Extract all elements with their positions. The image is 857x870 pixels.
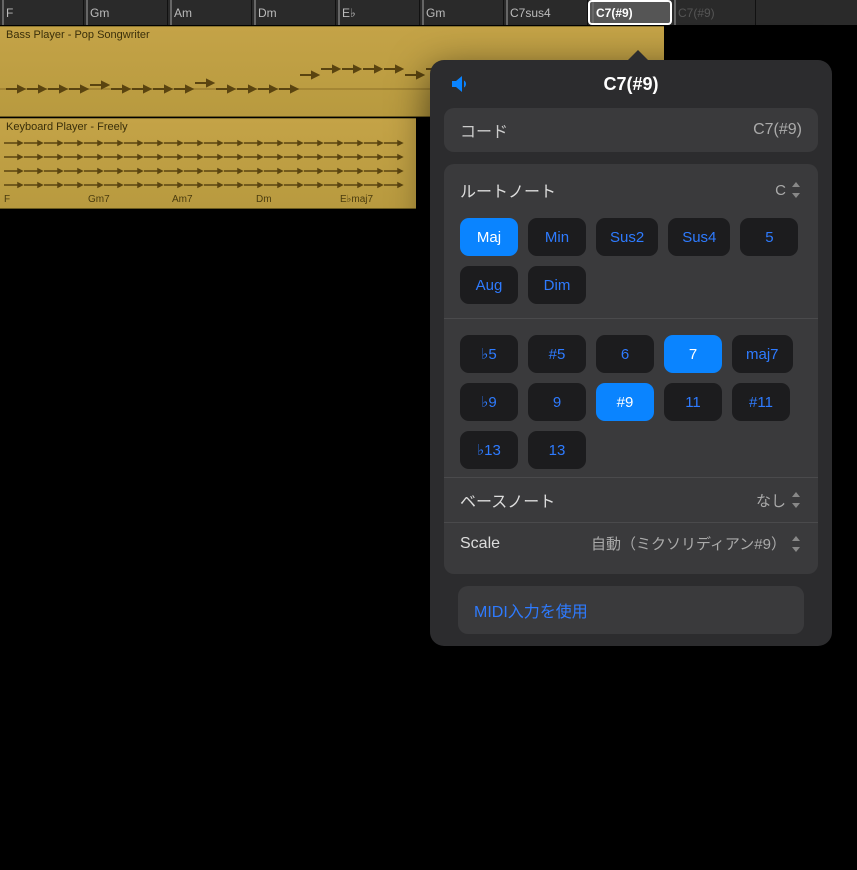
chord-cell-label: Gm: [90, 6, 109, 20]
chord-builder-group: ルートノート C Maj Min Sus2 Sus4 5 Aug Dim ♭5 #5 67 maj…: [444, 164, 818, 574]
extension-pill-5[interactable]: ♭5: [460, 335, 518, 373]
chord-cell-label: Dm: [258, 6, 277, 20]
chord-cell[interactable]: C7(#9): [588, 0, 672, 25]
quality-pill-aug[interactable]: Aug: [460, 266, 518, 304]
track-label: Keyboard Player - Freely: [6, 121, 128, 133]
chord-cell-label: Am: [174, 6, 192, 20]
chord-cell-label: F: [6, 6, 13, 20]
chord-name-field[interactable]: コード C7(#9): [444, 108, 818, 152]
quality-pill-maj[interactable]: Maj: [460, 218, 518, 256]
quality-pill-dim[interactable]: Dim: [528, 266, 586, 304]
region-chord-label: Dm: [252, 194, 336, 209]
extension-pills: ♭5 #5 67 maj7 ♭9 9 #9 11 #11 ♭13 13: [444, 318, 818, 477]
root-note-row[interactable]: ルートノート C: [444, 168, 818, 212]
quality-pill-5[interactable]: 5: [740, 218, 798, 256]
speaker-icon[interactable]: [448, 72, 472, 101]
root-note-value: C: [775, 182, 786, 199]
chord-cell[interactable]: C7(#9): [672, 0, 756, 25]
midi-input-button[interactable]: MIDI入力を使用: [458, 586, 804, 634]
updown-icon: [790, 492, 802, 508]
extension-pill-9[interactable]: ♭9: [460, 383, 518, 421]
chord-cell[interactable]: Am: [168, 0, 252, 25]
chord-label: コード: [460, 118, 508, 142]
extension-pill-13[interactable]: 13: [528, 431, 586, 469]
extension-pill-11[interactable]: 11: [664, 383, 722, 421]
bass-note-row[interactable]: ベースノート なし: [444, 477, 818, 522]
bass-note-value: なし: [756, 490, 786, 511]
chord-cell-label: E♭: [342, 6, 356, 20]
region-chord-label: Gm7: [84, 194, 168, 209]
chord-strip: F Gm Am Dm E♭ Gm C7sus4 C7(#9) C7(#9): [0, 0, 857, 26]
chord-editor-popover: C7(#9) コード C7(#9) ルートノート C Maj Min Sus2 Sus…: [430, 60, 832, 646]
bass-note-label: ベースノート: [460, 488, 555, 512]
chord-cell[interactable]: E♭: [336, 0, 420, 25]
extension-pill-maj7[interactable]: maj7: [732, 335, 793, 373]
chord-cell[interactable]: Dm: [252, 0, 336, 25]
updown-icon: [790, 536, 802, 552]
chord-cell-label: Gm: [426, 6, 445, 20]
chord-cell[interactable]: Gm: [84, 0, 168, 25]
chord-cell-label: C7(#9): [596, 6, 633, 20]
extension-pill-5[interactable]: #5: [528, 335, 586, 373]
chord-cell[interactable]: Gm: [420, 0, 504, 25]
extension-pill-6[interactable]: 6: [596, 335, 654, 373]
extension-pill-9[interactable]: 9: [528, 383, 586, 421]
extension-pill-13[interactable]: ♭13: [460, 431, 518, 469]
chord-cell-label: C7(#9): [678, 6, 715, 20]
chord-cell-label: C7sus4: [510, 6, 551, 20]
chord-cell[interactable]: C7sus4: [504, 0, 588, 25]
quality-pill-sus4[interactable]: Sus4: [668, 218, 730, 256]
region-chord-label: E♭maj7: [336, 194, 416, 209]
extension-pill-11[interactable]: #11: [732, 383, 790, 421]
popover-title: C7(#9): [603, 74, 658, 95]
midi-input-label: MIDI入力を使用: [474, 598, 588, 622]
root-note-label: ルートノート: [460, 178, 556, 202]
scale-label: Scale: [460, 535, 500, 553]
region-chord-label: Am7: [168, 194, 252, 209]
quality-pill-sus2[interactable]: Sus2: [596, 218, 658, 256]
quality-pill-min[interactable]: Min: [528, 218, 586, 256]
quality-pills: Maj Min Sus2 Sus4 5 Aug Dim: [444, 212, 818, 312]
chord-cell[interactable]: F: [0, 0, 84, 25]
track-keys[interactable]: Keyboard Player - Freely FGm7Am7DmE♭maj7: [0, 118, 416, 209]
extension-pill-7[interactable]: 7: [664, 335, 722, 373]
chord-value: C7(#9): [753, 121, 802, 139]
region-chord-label: F: [0, 194, 84, 209]
scale-row[interactable]: Scale 自動（ミクソリディアン#9）: [444, 522, 818, 564]
extension-pill-9[interactable]: #9: [596, 383, 654, 421]
track-label: Bass Player - Pop Songwriter: [6, 29, 150, 41]
updown-icon: [790, 182, 802, 198]
scale-value: 自動（ミクソリディアン#9）: [591, 533, 786, 554]
region-chord-labels: FGm7Am7DmE♭maj7: [0, 194, 416, 209]
